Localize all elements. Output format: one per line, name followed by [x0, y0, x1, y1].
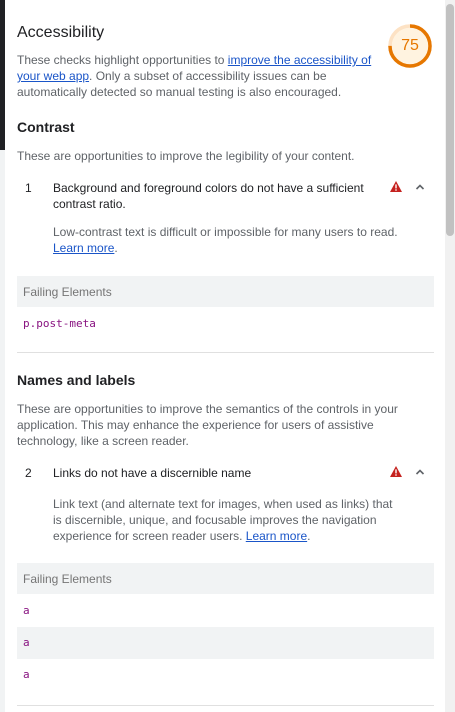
audit-number: 2: [25, 466, 32, 480]
score-value: 75: [401, 37, 419, 54]
failing-elements-header: Failing Elements: [17, 563, 434, 594]
failing-elements-label: Failing Elements: [23, 572, 112, 586]
warning-triangle-icon: [390, 181, 402, 192]
chevron-up-icon[interactable]: [414, 466, 426, 478]
category-description: These checks highlight opportunities to …: [17, 52, 377, 100]
warning-triangle-icon: [390, 466, 402, 477]
learn-more-link[interactable]: Learn more: [53, 241, 114, 255]
learn-more-link[interactable]: Learn more: [246, 529, 307, 543]
scrollbar-track[interactable]: [445, 0, 455, 712]
audit-description: Low-contrast text is difficult or imposs…: [53, 224, 403, 256]
failing-element-row[interactable]: a: [17, 659, 434, 691]
failing-element-selector: a: [23, 636, 30, 649]
category-title: Accessibility: [17, 24, 105, 41]
section-description-contrast: These are opportunities to improve the l…: [17, 149, 355, 163]
failing-element-selector: a: [23, 604, 30, 617]
audit-title[interactable]: Background and foreground colors do not …: [53, 180, 383, 212]
section-description-names-and-labels: These are opportunities to improve the s…: [17, 402, 398, 448]
audit-description: Link text (and alternate text for images…: [53, 496, 403, 544]
failing-element-selector: a: [23, 668, 30, 681]
score-gauge[interactable]: 75: [387, 23, 433, 69]
audit-description-end: .: [114, 241, 118, 255]
failing-element-row[interactable]: a: [17, 627, 434, 659]
panel-left-gutter: [0, 150, 5, 712]
failing-element-row[interactable]: a: [17, 595, 434, 627]
section-divider: [17, 352, 434, 353]
audit-description-text: Low-contrast text is difficult or imposs…: [53, 225, 398, 239]
devtools-left-edge: [0, 0, 5, 150]
audit-title[interactable]: Links do not have a discernible name: [53, 465, 383, 481]
audit-number: 1: [25, 181, 32, 195]
section-divider: [17, 705, 434, 706]
failing-element-row[interactable]: p.post-meta: [17, 308, 434, 340]
intro-text-start: These checks highlight opportunities to: [17, 53, 228, 67]
failing-elements-label: Failing Elements: [23, 285, 112, 299]
section-title-names-and-labels: Names and labels: [17, 372, 136, 388]
chevron-up-icon[interactable]: [414, 181, 426, 193]
audit-description-text: Link text (and alternate text for images…: [53, 497, 393, 543]
scrollbar-thumb[interactable]: [446, 4, 454, 236]
failing-element-selector: p.post-meta: [23, 317, 96, 330]
audit-description-end: .: [307, 529, 311, 543]
section-title-contrast: Contrast: [17, 119, 75, 135]
failing-elements-header: Failing Elements: [17, 276, 434, 307]
